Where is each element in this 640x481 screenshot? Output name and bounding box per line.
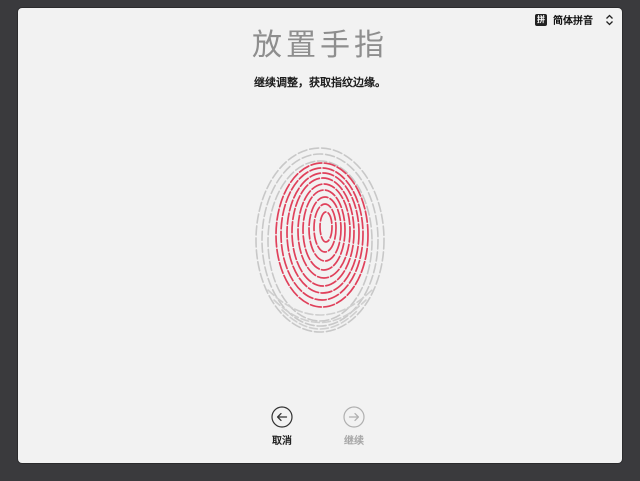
fingerprint-icon: [255, 147, 385, 333]
continue-label: 继续: [344, 436, 364, 447]
page-title: 放置手指: [252, 28, 388, 63]
touch-id-setup-window: 拼 简体拼音 放置手指 继续调整，获取指纹边缘。 取消 继续: [18, 8, 622, 463]
continue-button[interactable]: 继续: [324, 406, 384, 447]
instruction-text: 继续调整，获取指纹边缘。: [254, 76, 386, 89]
cancel-button[interactable]: 取消: [252, 406, 312, 447]
back-arrow-icon: [271, 406, 293, 428]
forward-arrow-icon: [343, 406, 365, 428]
cancel-label: 取消: [272, 436, 292, 447]
